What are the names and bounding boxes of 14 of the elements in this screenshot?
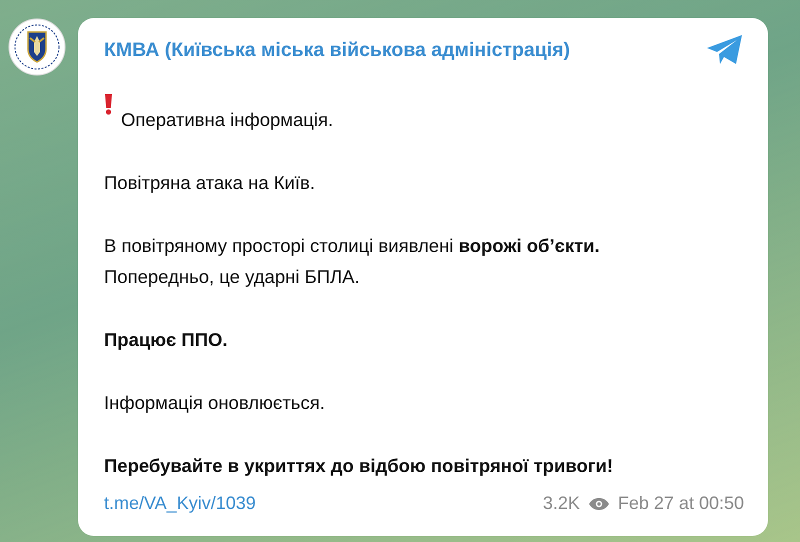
message-text: Оперативна інформація. bbox=[121, 108, 334, 132]
message-text: В повітряному просторі столиці виявлені ворожі об’єкти. Попередньо, це ударні БПЛА. bbox=[104, 234, 601, 289]
message-text: Перебувайте в укриттях до відбою повітряної тривоги! bbox=[104, 454, 614, 478]
exclamation-icon bbox=[104, 92, 113, 114]
message-text: Повітряна атака на Київ. bbox=[104, 171, 316, 195]
view-count: 3.2K bbox=[542, 493, 580, 514]
post-link[interactable]: t.me/VA_Kyiv/1039 bbox=[104, 493, 256, 514]
post-date: Feb 27 at 00:50 bbox=[618, 493, 744, 514]
channel-name[interactable]: КМВА (Київська міська військова адміністрація) bbox=[104, 38, 570, 62]
message-text: Працює ППО. bbox=[104, 328, 229, 352]
eye-icon bbox=[588, 496, 610, 510]
message-text: Інформація оновлюється. bbox=[104, 391, 326, 415]
channel-avatar[interactable] bbox=[8, 18, 66, 76]
paper-plane-icon[interactable] bbox=[706, 34, 744, 66]
